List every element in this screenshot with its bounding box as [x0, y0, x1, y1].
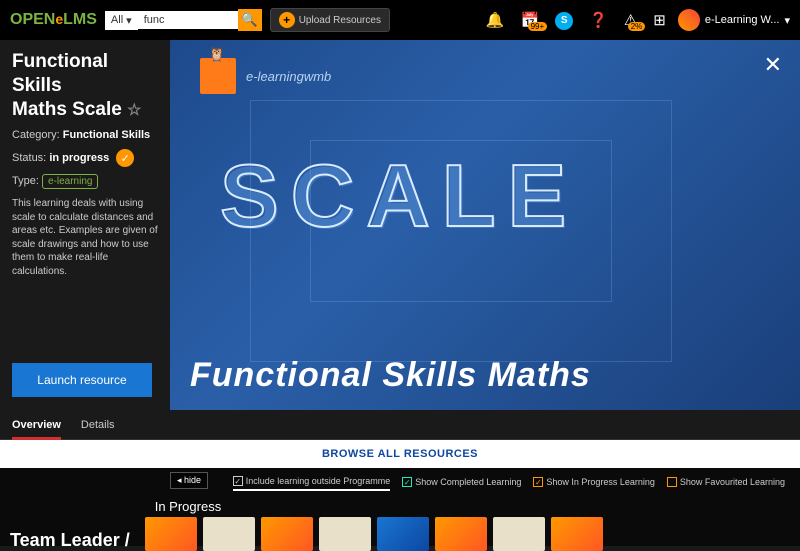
course-title: Functional Skills Maths Scale ☆: [12, 50, 158, 121]
main-content: Functional Skills Maths Scale ☆ Category…: [0, 40, 800, 410]
apps-icon[interactable]: ⊞: [649, 11, 670, 29]
in-progress-label: In Progress: [155, 499, 603, 514]
tab-details[interactable]: Details: [81, 411, 115, 439]
search-icon: 🔍: [241, 12, 258, 28]
owl-box-icon: [200, 58, 236, 94]
favourite-star-icon[interactable]: ☆: [127, 102, 141, 119]
filter-include-outside[interactable]: ✓Include learning outside Programme: [233, 476, 391, 491]
calendar-badge: 99+: [528, 22, 548, 31]
filter-in-progress[interactable]: ✓Show In Progress Learning: [533, 476, 655, 491]
course-description: This learning deals with using scale to …: [12, 197, 158, 278]
logo[interactable]: OPENeLMS: [10, 11, 97, 29]
browse-all-resources-button[interactable]: BROWSE ALL RESOURCES: [0, 440, 800, 468]
calendar-icon[interactable]: 📅99+: [516, 11, 543, 29]
hero-headline: SCALE: [220, 145, 578, 247]
search-scope-dropdown[interactable]: All ▾: [105, 11, 138, 30]
hero-brand: e-learningwmb: [200, 58, 331, 94]
close-icon[interactable]: ✕: [764, 52, 782, 78]
category-row: Category: Functional Skills: [12, 129, 158, 141]
programme-title: Team Leader /: [10, 530, 130, 551]
avatar: [678, 9, 700, 31]
hero-subtitle: Functional Skills Maths: [190, 356, 591, 395]
search-input[interactable]: [138, 11, 238, 29]
chevron-down-icon: ▾: [784, 14, 790, 27]
user-menu[interactable]: e-Learning W... ▾: [678, 9, 790, 31]
search-group: All ▾ 🔍: [105, 9, 262, 31]
top-navigation: OPENeLMS All ▾ 🔍 + Upload Resources 🔔 📅9…: [0, 0, 800, 40]
upload-resources-button[interactable]: + Upload Resources: [270, 8, 390, 32]
status-check-icon: ✓: [116, 149, 134, 167]
hide-button[interactable]: ◂ hide: [170, 472, 208, 489]
alerts-icon[interactable]: ⚠2%: [620, 11, 641, 29]
course-sidebar: Functional Skills Maths Scale ☆ Category…: [0, 40, 170, 410]
status-row: Status: in progress ✓: [12, 149, 158, 167]
search-button[interactable]: 🔍: [238, 9, 262, 31]
plus-icon: +: [279, 12, 295, 28]
notifications-icon[interactable]: 🔔: [482, 11, 509, 29]
chevron-down-icon: ▾: [126, 14, 132, 27]
filter-favourited[interactable]: Show Favourited Learning: [667, 476, 785, 491]
hero-image: ✕ e-learningwmb SCALE Functional Skills …: [170, 40, 800, 410]
launch-resource-button[interactable]: Launch resource: [12, 363, 152, 397]
tabs: Overview Details: [0, 410, 800, 440]
bottom-strip: ◂ hide ✓Include learning outside Program…: [0, 468, 800, 546]
help-icon[interactable]: ❓: [585, 11, 612, 29]
filter-bar: ✓Include learning outside Programme ✓Sho…: [10, 476, 790, 491]
skype-icon[interactable]: S: [551, 10, 577, 30]
tab-overview[interactable]: Overview: [12, 411, 61, 439]
alert-badge: 2%: [628, 22, 646, 31]
type-row: Type: e-learning: [12, 175, 158, 187]
filter-completed[interactable]: ✓Show Completed Learning: [402, 476, 521, 491]
